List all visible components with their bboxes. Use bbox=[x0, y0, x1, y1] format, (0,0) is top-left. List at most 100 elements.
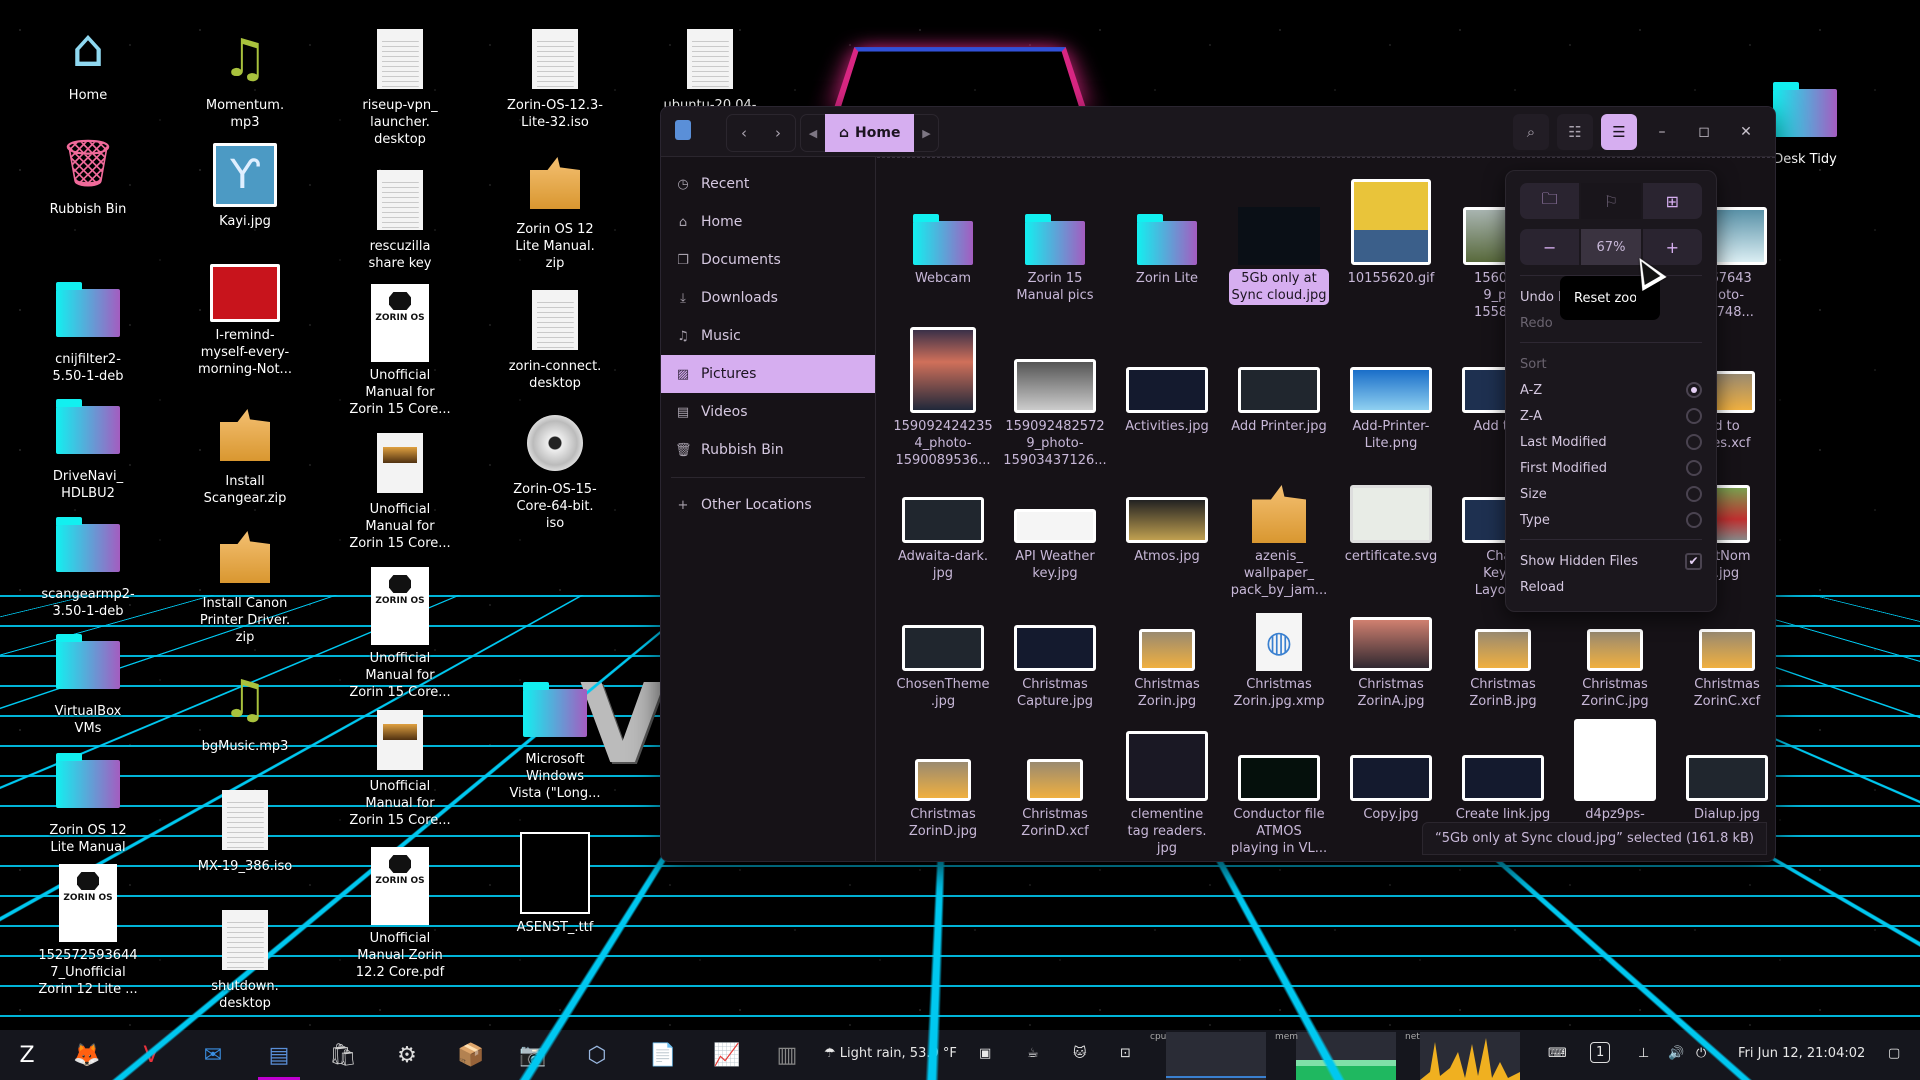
desktop-icon[interactable]: scangearmp2- 3.50-1-deb bbox=[23, 513, 153, 620]
view-toggle-button[interactable]: ☷ bbox=[1557, 114, 1593, 150]
tray-cat-icon[interactable]: 🐱 bbox=[1073, 1046, 1087, 1061]
taskbar-app-libreoffice[interactable]: 📄 bbox=[646, 1038, 680, 1072]
path-scroll-left[interactable]: ◀ bbox=[801, 127, 825, 140]
taskbar-app-thunderbird[interactable]: ✉ bbox=[196, 1038, 230, 1072]
desktop-icon[interactable]: shutdown. desktop bbox=[180, 905, 310, 1012]
zoom-out-button[interactable]: − bbox=[1520, 229, 1580, 265]
keyboard-layout-icon[interactable]: ⌨ bbox=[1548, 1046, 1567, 1061]
forward-button[interactable]: › bbox=[761, 115, 795, 151]
file-item[interactable]: Atmos.jpg bbox=[1111, 447, 1223, 566]
file-item[interactable]: API Weather key.jpg bbox=[999, 447, 1111, 583]
desktop-icon[interactable]: Ƴ Kayi.jpg bbox=[180, 140, 310, 230]
tray-screen-icon[interactable]: ▣ bbox=[979, 1046, 991, 1061]
taskbar-app-screenshot[interactable]: 📷 bbox=[516, 1038, 550, 1072]
desktop-icon[interactable]: Unofficial Manual for Zorin 15 Core... bbox=[335, 428, 465, 552]
file-item[interactable]: Add Printer.jpg bbox=[1223, 317, 1335, 436]
file-item[interactable]: Christmas ZorinA.jpg bbox=[1335, 575, 1447, 711]
minimize-button[interactable]: – bbox=[1645, 114, 1679, 150]
file-item[interactable]: Adwaita-dark. jpg bbox=[887, 447, 999, 583]
radio-button[interactable] bbox=[1686, 382, 1702, 398]
taskbar-app-settings-tweaks[interactable]: ⚙ bbox=[390, 1038, 424, 1072]
taskbar-app-mixer[interactable]: ▥ bbox=[770, 1038, 804, 1072]
sidebar-item-rubbish-bin[interactable]: 🗑 Rubbish Bin bbox=[661, 431, 875, 469]
back-button[interactable]: ‹ bbox=[727, 115, 761, 151]
sidebar-item-videos[interactable]: ▤ Videos bbox=[661, 393, 875, 431]
weather-widget[interactable]: ☂ Light rain, 53.9 °F bbox=[824, 1046, 957, 1061]
file-item[interactable]: certificate.svg bbox=[1335, 447, 1447, 566]
file-item[interactable]: Activities.jpg bbox=[1111, 317, 1223, 436]
desktop-icon[interactable]: Microsoft Windows Vista ("Long... bbox=[490, 678, 620, 802]
power-icon[interactable]: ⏻ bbox=[1696, 1046, 1706, 1061]
desktop-icon[interactable]: MX-19_386.iso bbox=[180, 785, 310, 875]
file-item[interactable]: Christmas Zorin.jpg bbox=[1111, 575, 1223, 711]
desktop-icon[interactable]: rescuzilla share key bbox=[335, 165, 465, 272]
desktop-icon[interactable]: ZORIN OS Unofficial Manual for Zorin 15 C… bbox=[335, 565, 465, 701]
desktop-icon[interactable]: ZORIN OS Unofficial Manual for Zorin 15 C… bbox=[335, 282, 465, 418]
file-item[interactable]: Copy.jpg bbox=[1335, 705, 1447, 824]
desktop-icon[interactable]: ubuntu-20.04- bbox=[645, 24, 775, 114]
desktop-icon[interactable]: Zorin-OS-12.3- Lite-32.iso bbox=[490, 24, 620, 131]
volume-icon[interactable]: 🔊 bbox=[1668, 1046, 1684, 1061]
desktop-icon[interactable]: ♫ Momentum. mp3 bbox=[180, 24, 310, 131]
desktop-icon[interactable]: ZORIN OS 152572593644 7_Unofficial Zorin … bbox=[23, 862, 153, 998]
file-item[interactable]: 10155620.gif bbox=[1335, 169, 1447, 288]
sidebar-item-pictures[interactable]: ▨ Pictures bbox=[661, 355, 875, 393]
workspace-indicator[interactable]: 1 bbox=[1590, 1042, 1611, 1063]
radio-button[interactable] bbox=[1686, 512, 1702, 528]
file-item[interactable]: Create link.jpg bbox=[1447, 705, 1559, 824]
sidebar-item-music[interactable]: ♫ Music bbox=[661, 317, 875, 355]
desktop-icon[interactable]: ASENST_.ttf bbox=[490, 830, 620, 936]
taskbar-app-system-monitor[interactable]: 📈 bbox=[710, 1038, 744, 1072]
sidebar-item-documents[interactable]: ❐ Documents bbox=[661, 241, 875, 279]
file-item[interactable]: Add-Printer- Lite.png bbox=[1335, 317, 1447, 453]
show-desktop-icon[interactable]: ▢ bbox=[1888, 1046, 1900, 1061]
desktop-icon[interactable]: Zorin OS 12 Lite Manual bbox=[23, 749, 153, 856]
sort-option-size[interactable]: Size bbox=[1520, 481, 1702, 507]
add-bookmark-button[interactable]: ⚐ bbox=[1579, 183, 1641, 219]
file-item[interactable]: clementine tag readers. jpg bbox=[1111, 705, 1223, 858]
file-item[interactable]: Zorin 15 Manual pics bbox=[999, 169, 1111, 305]
desktop-icon[interactable]: riseup-vpn_ launcher. desktop bbox=[335, 24, 465, 148]
desktop-icon[interactable]: Install Scangear.zip bbox=[180, 400, 310, 507]
sort-option-last-modified[interactable]: Last Modified bbox=[1520, 429, 1702, 455]
desktop-icon[interactable]: VirtualBox VMs bbox=[23, 630, 153, 737]
sidebar-item-home[interactable]: ⌂ Home bbox=[661, 203, 875, 241]
taskbar-app-software-store[interactable]: 🛍 bbox=[326, 1038, 360, 1072]
sort-option-z-a[interactable]: Z-A bbox=[1520, 403, 1702, 429]
desktop-icon[interactable]: DriveNavi_ HDLBU2 bbox=[23, 395, 153, 502]
show-hidden-files-toggle[interactable]: Show Hidden Files ✔ bbox=[1520, 548, 1702, 574]
radio-button[interactable] bbox=[1686, 434, 1702, 450]
desktop-icon[interactable]: ♫ bgMusic.mp3 bbox=[180, 665, 310, 755]
desktop-icon[interactable]: ⌂ Home bbox=[23, 14, 153, 104]
maximize-button[interactable]: ◻ bbox=[1687, 114, 1721, 150]
taskbar-app-virtualbox[interactable]: ⬡ bbox=[580, 1038, 614, 1072]
file-item[interactable]: Conductor file ATMOS playing in VL... bbox=[1223, 705, 1335, 858]
desktop-icon[interactable]: I-remind- myself-every- morning-Not... bbox=[180, 262, 310, 378]
file-item[interactable]: Christmas Capture.jpg bbox=[999, 575, 1111, 711]
sort-option-type[interactable]: Type bbox=[1520, 507, 1702, 533]
desktop-icon[interactable]: Zorin-OS-15- Core-64-bit. iso bbox=[490, 408, 620, 532]
tray-coffee-icon[interactable]: ☕ bbox=[1027, 1046, 1039, 1061]
desktop-icon[interactable]: Install Canon Printer Driver. zip bbox=[180, 522, 310, 646]
reload-menu-item[interactable]: Reload bbox=[1520, 574, 1702, 600]
file-item[interactable]: Zorin Lite bbox=[1111, 169, 1223, 288]
desktop-icon[interactable]: 🗑 Rubbish Bin bbox=[23, 128, 153, 218]
network-icon[interactable]: ⊥ bbox=[1638, 1046, 1649, 1061]
file-item[interactable]: ChosenTheme .jpg bbox=[887, 575, 999, 711]
radio-button[interactable] bbox=[1686, 408, 1702, 424]
desktop-icon[interactable]: Unofficial Manual for Zorin 15 Core... bbox=[335, 705, 465, 829]
file-item[interactable]: Christmas ZorinD.xcf bbox=[999, 705, 1111, 841]
new-folder-button[interactable]: 🗀 bbox=[1520, 183, 1580, 219]
desktop-icon[interactable]: ZORIN OS Unofficial Manual Zorin 12.2 Cor… bbox=[335, 845, 465, 981]
checkbox-checked-icon[interactable]: ✔ bbox=[1685, 552, 1702, 570]
file-item[interactable]: 5Gb only at Sync cloud.jpg bbox=[1223, 169, 1335, 305]
desktop-icon[interactable]: Zorin OS 12 Lite Manual. zip bbox=[490, 148, 620, 272]
main-menu-button[interactable]: ☰ bbox=[1601, 114, 1637, 150]
close-button[interactable]: ✕ bbox=[1729, 114, 1763, 150]
files-app-icon[interactable] bbox=[675, 120, 691, 140]
file-item[interactable]: ◍ Christmas Zorin.jpg.xmp bbox=[1223, 575, 1335, 711]
sidebar-item-recent[interactable]: ◷ Recent bbox=[661, 165, 875, 203]
file-item[interactable]: Webcam bbox=[887, 169, 999, 288]
path-scroll-right[interactable]: ▶ bbox=[914, 127, 938, 140]
tray-monitor-icon[interactable]: ⊡ bbox=[1120, 1046, 1131, 1061]
